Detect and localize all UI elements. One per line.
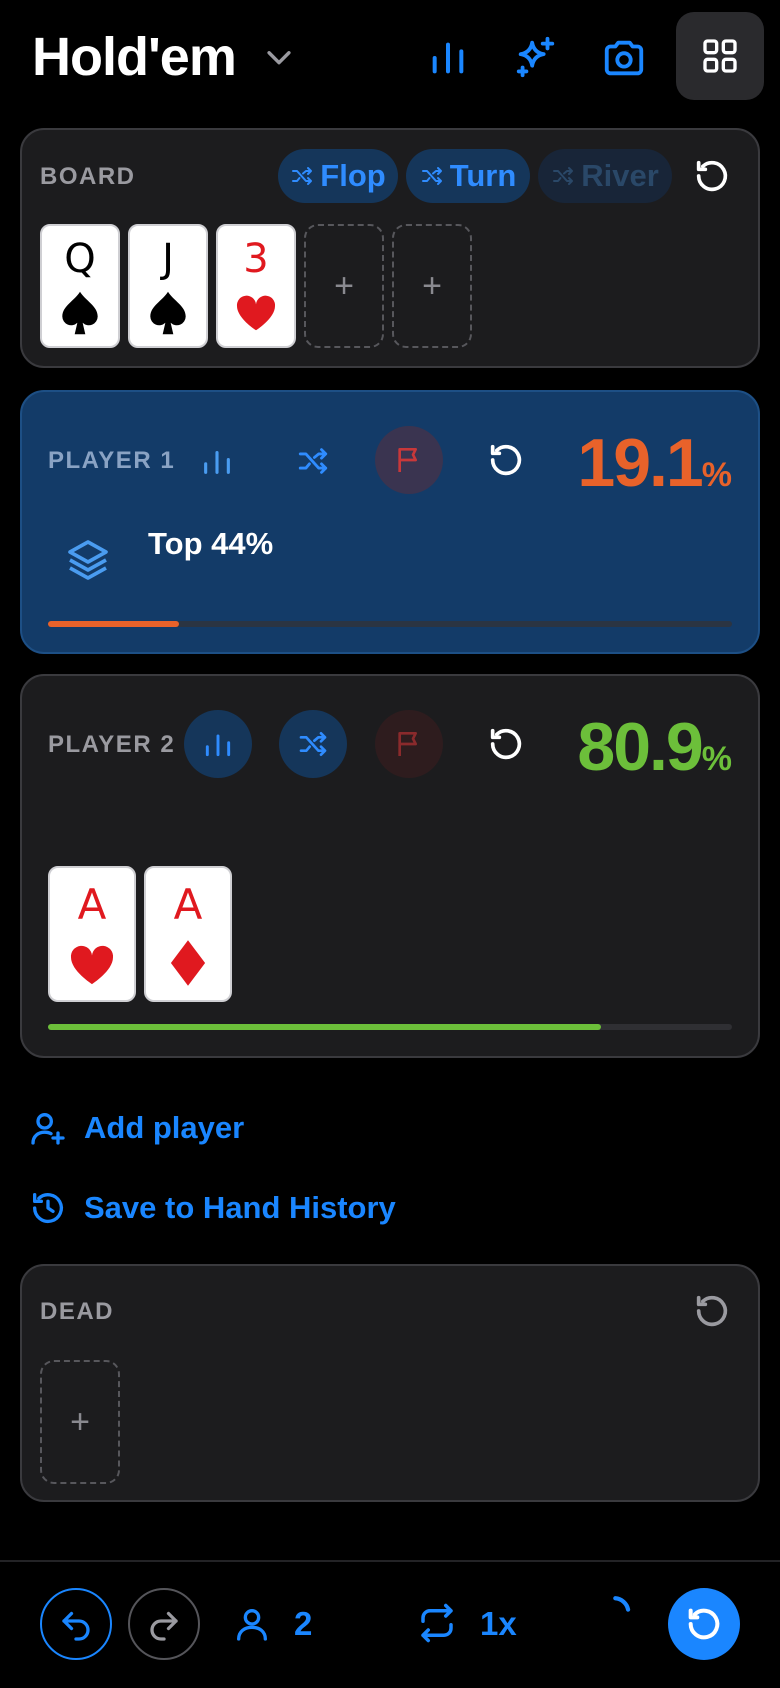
history-icon[interactable]: [28, 1188, 68, 1228]
reset-player2-icon[interactable]: [486, 724, 526, 764]
player2-equity-value: 80.9: [577, 709, 703, 785]
flag-icon: [398, 448, 417, 472]
bottom-toolbar: [0, 1560, 780, 1688]
reset-player1-icon[interactable]: [486, 440, 526, 480]
bar-chart-icon[interactable]: [200, 444, 234, 478]
card-rank: Q: [64, 236, 96, 282]
reset-dead-icon[interactable]: [692, 1291, 732, 1331]
dead-empty-slot[interactable]: +: [40, 1360, 120, 1484]
reset-board-icon[interactable]: [692, 156, 732, 196]
percent-sign: %: [701, 740, 732, 778]
redo-icon: [150, 1611, 178, 1641]
player1-equity: 19.1 %: [577, 424, 732, 502]
player2-label: PLAYER 2: [48, 731, 176, 758]
shuffle-icon: [421, 167, 442, 185]
dead-panel: [20, 1264, 760, 1502]
shuffle-icon: [299, 732, 327, 756]
player1-equity-value: 19.1: [577, 425, 703, 501]
player2-equity-fill: [48, 1024, 602, 1030]
redo-button[interactable]: [128, 1588, 200, 1660]
add-user-icon[interactable]: [28, 1108, 68, 1148]
heart-icon: [50, 944, 134, 986]
board-card-2[interactable]: J: [128, 224, 208, 348]
flag-icon: [398, 732, 417, 756]
player1-equity-fill: [48, 621, 179, 627]
turn-button[interactable]: Turn: [406, 149, 530, 203]
board-empty-slot-5[interactable]: +: [392, 224, 472, 348]
card-rank: 3: [243, 236, 269, 282]
flop-label: Flop: [320, 158, 386, 193]
players-count[interactable]: 2: [294, 1605, 312, 1643]
camera-icon[interactable]: [588, 22, 660, 94]
flag-button[interactable]: [375, 426, 443, 494]
shuffle-button[interactable]: [279, 710, 347, 778]
shuffle-icon[interactable]: [296, 444, 330, 478]
diamond-icon: [146, 938, 230, 988]
bar-chart-icon[interactable]: [412, 22, 484, 94]
flop-button[interactable]: Flop: [278, 149, 398, 203]
repeat-icon[interactable]: [416, 1602, 458, 1644]
recalculate-button[interactable]: [668, 1588, 740, 1660]
player1-range-label[interactable]: Top 44%: [148, 526, 273, 562]
player2-equity-bar: [48, 1024, 732, 1030]
card-rank: J: [162, 236, 174, 282]
card-rank: A: [173, 880, 203, 929]
loading-spinner-icon: [604, 1594, 638, 1628]
speed-value[interactable]: 1x: [480, 1605, 517, 1643]
board-label: BOARD: [40, 163, 136, 190]
player2-equity: 80.9 %: [577, 708, 732, 786]
player2-card-2[interactable]: A: [144, 866, 232, 1002]
player2-card-1[interactable]: A: [48, 866, 136, 1002]
spade-icon: [42, 290, 118, 336]
player1-label: PLAYER 1: [48, 447, 176, 474]
board-card-1[interactable]: Q: [40, 224, 120, 348]
board-empty-slot-4[interactable]: +: [304, 224, 384, 348]
river-button[interactable]: River: [538, 149, 672, 203]
dead-label: DEAD: [40, 1298, 115, 1325]
heart-icon: [218, 294, 294, 332]
add-player-button[interactable]: Add player: [84, 1110, 244, 1146]
spade-icon: [130, 290, 206, 336]
board-card-3[interactable]: 3: [216, 224, 296, 348]
shuffle-icon: [553, 167, 574, 185]
game-title[interactable]: Hold'em: [32, 26, 237, 88]
percent-sign: %: [701, 456, 732, 494]
undo-button[interactable]: [40, 1588, 112, 1660]
shuffle-icon: [292, 167, 313, 185]
flag-button[interactable]: [375, 710, 443, 778]
card-rank: A: [77, 880, 107, 929]
sparkle-icon[interactable]: [500, 22, 572, 94]
turn-label: Turn: [449, 158, 517, 193]
river-label: River: [581, 158, 659, 193]
undo-icon: [62, 1611, 90, 1641]
chevron-down-icon[interactable]: [262, 40, 296, 74]
stats-button[interactable]: [184, 710, 252, 778]
grid-icon[interactable]: [676, 12, 764, 100]
bar-chart-icon: [205, 734, 231, 757]
refresh-icon: [688, 1608, 720, 1640]
user-icon[interactable]: [232, 1604, 272, 1644]
save-history-button[interactable]: Save to Hand History: [84, 1190, 396, 1226]
player1-equity-bar: [48, 621, 732, 627]
layers-icon[interactable]: [64, 536, 112, 584]
